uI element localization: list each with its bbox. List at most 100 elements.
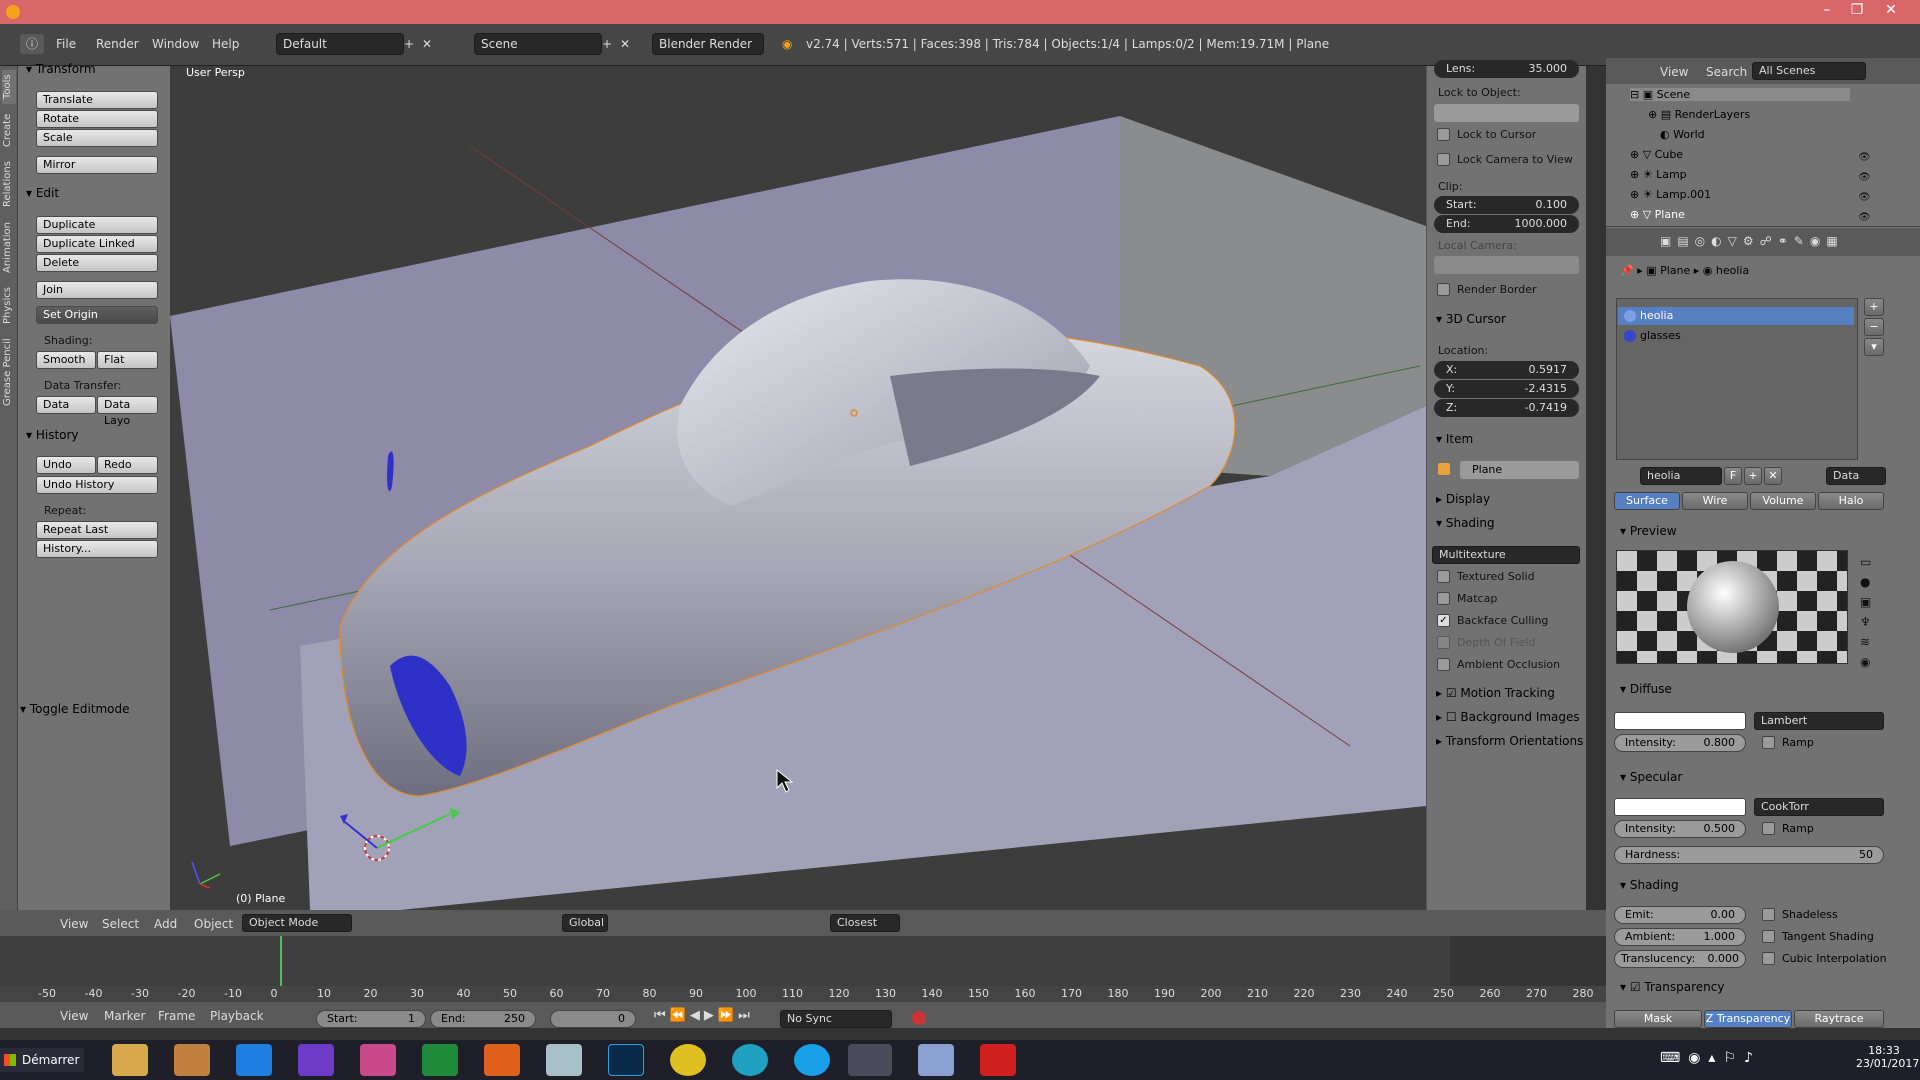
add-slot-button[interactable]: +	[1864, 298, 1884, 316]
blender-taskbar-icon[interactable]	[848, 1044, 892, 1076]
lock-to-cursor-checkbox[interactable]	[1437, 128, 1450, 141]
specular-intensity-slider[interactable]: Intensity: 0.500	[1614, 820, 1746, 838]
object-mode-dropdown[interactable]: Object Mode	[242, 914, 352, 932]
firefox-icon[interactable]	[484, 1044, 520, 1076]
mirror-button[interactable]: Mirror	[36, 156, 158, 174]
3d-viewport[interactable]: User Persp (0) Plane	[170, 66, 1426, 910]
end-frame-field[interactable]: End: 250	[430, 1010, 536, 1028]
item-name-field[interactable]: Plane	[1460, 461, 1579, 479]
minimize-button[interactable]: –	[1812, 2, 1842, 18]
skype-icon[interactable]	[794, 1044, 830, 1076]
add-scene-icon[interactable]: +	[602, 34, 616, 54]
remove-layout-icon[interactable]: ✕	[422, 34, 436, 54]
scene-field[interactable]: Scene	[474, 33, 602, 55]
repeat-last-button[interactable]: Repeat Last	[36, 521, 158, 539]
transparency-mask-button[interactable]: Mask	[1614, 1010, 1702, 1028]
matcap-checkbox[interactable]	[1437, 592, 1450, 605]
unlink-material-button[interactable]: ✕	[1764, 467, 1782, 485]
layout-field[interactable]: Default	[276, 33, 404, 55]
ambient-occlusion-checkbox[interactable]	[1437, 658, 1450, 671]
menu-render[interactable]: Render	[96, 34, 139, 54]
shadeless-checkbox[interactable]	[1762, 908, 1775, 921]
backface-culling-checkbox[interactable]: ✓	[1437, 614, 1450, 627]
tab-create[interactable]: Create	[2, 110, 16, 150]
ambient-slider[interactable]: Ambient: 1.000	[1614, 928, 1746, 946]
cursor-x-field[interactable]: X: 0.5917	[1434, 361, 1579, 379]
photoshop-icon[interactable]	[608, 1044, 644, 1076]
item-panel-header[interactable]: ▾ Item	[1436, 432, 1473, 446]
outliner-filter-dropdown[interactable]: All Scenes	[1752, 62, 1866, 80]
smooth-button[interactable]: Smooth	[36, 351, 96, 369]
timeline-playback-menu[interactable]: Playback	[210, 1006, 264, 1026]
menu-help[interactable]: Help	[212, 34, 239, 54]
outliner-search-menu[interactable]: Search	[1706, 62, 1747, 82]
translate-button[interactable]: Translate	[36, 91, 158, 109]
clip-end-field[interactable]: End: 1000.000	[1434, 215, 1579, 233]
lock-camera-checkbox[interactable]	[1437, 153, 1450, 166]
specular-panel-header[interactable]: ▾ Specular	[1620, 770, 1682, 784]
translucency-slider[interactable]: Translucency: 0.000	[1614, 950, 1746, 968]
outliner-cube[interactable]: ⊕ ▽ Cube	[1630, 148, 1683, 161]
timeline-frame-menu[interactable]: Frame	[158, 1006, 195, 1026]
hardness-slider[interactable]: Hardness: 50	[1614, 846, 1884, 864]
textured-solid-checkbox[interactable]	[1437, 570, 1450, 583]
current-frame-marker[interactable]	[280, 936, 282, 986]
property-context-tabs[interactable]: ▣▤◎◐▽⚙☍⚭✎◉▦	[1660, 234, 1844, 248]
duplicate-linked-button[interactable]: Duplicate Linked	[36, 235, 158, 253]
viewport-select-menu[interactable]: Select	[102, 914, 139, 934]
history-panel-header[interactable]: ▾ History	[26, 428, 166, 442]
wamp-icon[interactable]	[732, 1044, 768, 1076]
app-icon[interactable]	[918, 1044, 954, 1076]
app-icon[interactable]	[980, 1044, 1016, 1076]
display-panel-header[interactable]: ▸ Display	[1436, 492, 1490, 506]
material-slot-glasses[interactable]: glasses	[1620, 327, 1856, 345]
set-origin-dropdown[interactable]: Set Origin	[36, 306, 158, 324]
transform-orientations-header[interactable]: ▸ Transform Orientations	[1436, 734, 1583, 748]
background-images-header[interactable]: ▸ ☐ Background Images	[1436, 710, 1580, 724]
maximize-button[interactable]: ❐	[1842, 2, 1872, 18]
tab-grease-pencil[interactable]: Grease Pencil	[2, 334, 16, 410]
preview-panel-header[interactable]: ▾ Preview	[1620, 524, 1677, 538]
outliner-plane[interactable]: ⊕ ▽ Plane	[1630, 208, 1685, 221]
fake-user-button[interactable]: F	[1724, 467, 1742, 485]
transform-panel-header[interactable]: ▾ Transform	[26, 62, 166, 76]
dropbox-icon[interactable]	[236, 1044, 272, 1076]
store-icon[interactable]	[422, 1044, 458, 1076]
add-layout-icon[interactable]: +	[404, 34, 418, 54]
paint-icon[interactable]	[360, 1044, 396, 1076]
lock-object-field[interactable]	[1434, 104, 1579, 122]
delete-button[interactable]: Delete	[36, 254, 158, 272]
outliner-lamp001[interactable]: ⊕ ☀ Lamp.001	[1630, 188, 1711, 201]
z-transparency-button[interactable]: Z Transparency	[1704, 1010, 1792, 1028]
close-button[interactable]: ✕	[1876, 2, 1906, 18]
timeline-view-menu[interactable]: View	[60, 1006, 88, 1026]
emit-slider[interactable]: Emit: 0.00	[1614, 906, 1746, 924]
outliner-renderlayers[interactable]: ⊕ ▤ RenderLayers	[1648, 108, 1750, 121]
system-tray-icons[interactable]: ⌨◉▴⚐♪	[1660, 1050, 1761, 1066]
scene-render[interactable]	[170, 66, 1426, 910]
rotate-button[interactable]: Rotate	[36, 110, 158, 128]
visibility-eye-icons[interactable]: 👁 👁 👁 👁	[1858, 148, 1871, 228]
diffuse-intensity-slider[interactable]: Intensity: 0.800	[1614, 734, 1746, 752]
remove-scene-icon[interactable]: ✕	[620, 34, 634, 54]
material-shading-panel-header[interactable]: ▾ Shading	[1620, 878, 1679, 892]
diffuse-ramp-checkbox[interactable]	[1762, 736, 1775, 749]
viewport-object-menu[interactable]: Object	[194, 914, 233, 934]
slot-menu-button[interactable]: ▾	[1864, 338, 1884, 356]
cubic-interpolation-checkbox[interactable]	[1762, 952, 1775, 965]
tab-animation[interactable]: Animation	[2, 218, 16, 278]
diffuse-panel-header[interactable]: ▾ Diffuse	[1620, 682, 1672, 696]
outliner-lamp[interactable]: ⊕ ☀ Lamp	[1630, 168, 1687, 181]
shading-mode-dropdown[interactable]: Multitexture	[1432, 546, 1580, 564]
app-icon[interactable]	[174, 1044, 210, 1076]
raytrace-button[interactable]: Raytrace	[1794, 1010, 1884, 1028]
data-layout-button[interactable]: Data Layo	[97, 396, 158, 427]
specular-shader-dropdown[interactable]: CookTorr	[1754, 798, 1884, 816]
data-transfer-button[interactable]: Data	[36, 396, 96, 414]
tab-surface[interactable]: Surface	[1614, 492, 1680, 510]
sync-dropdown[interactable]: No Sync	[780, 1010, 892, 1028]
duplicate-button[interactable]: Duplicate	[36, 216, 158, 234]
tab-volume[interactable]: Volume	[1750, 492, 1816, 510]
shading-panel-header[interactable]: ▾ Shading	[1436, 516, 1495, 530]
material-name-field[interactable]: heolia	[1640, 467, 1722, 485]
